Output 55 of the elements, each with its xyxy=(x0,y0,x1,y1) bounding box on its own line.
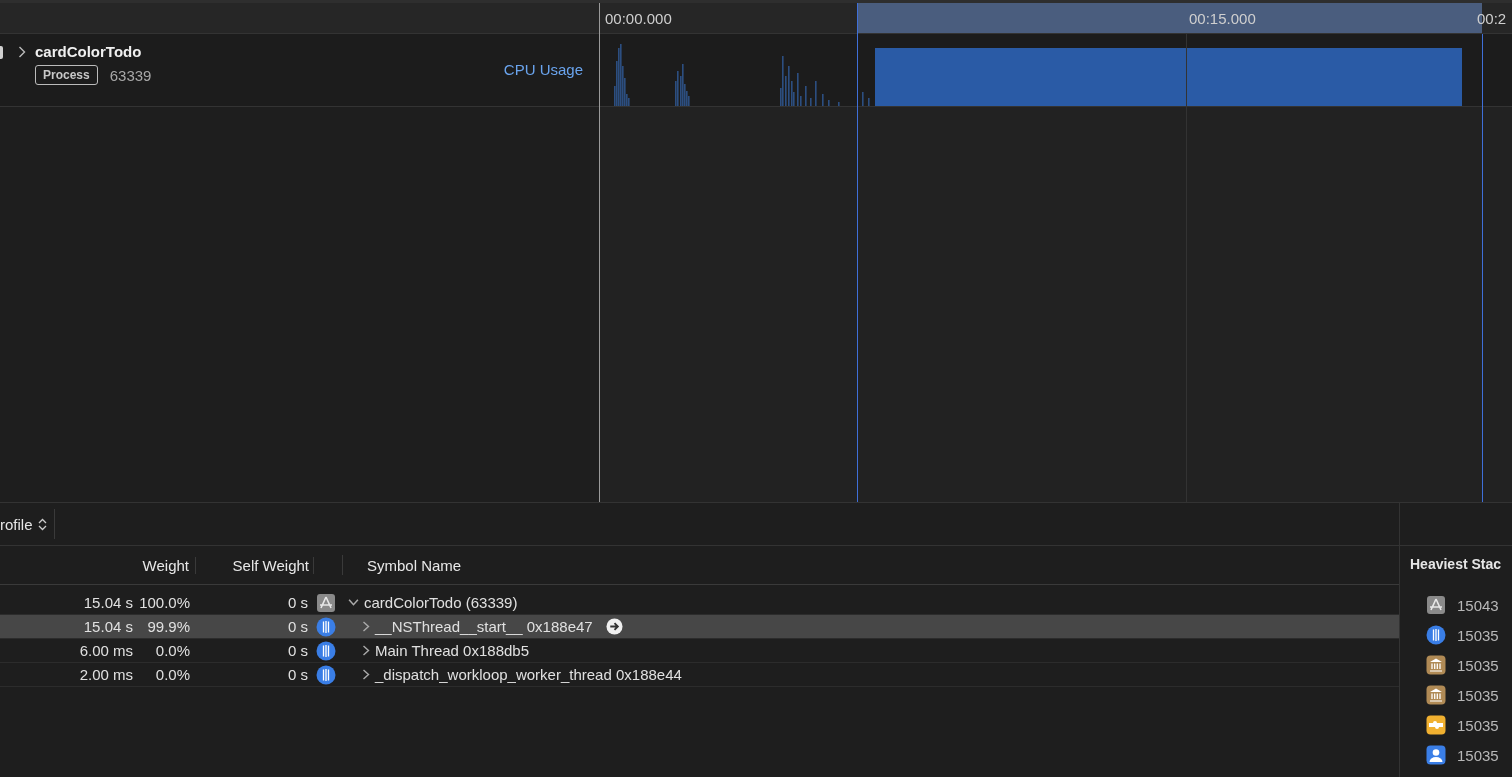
column-header[interactable]: Self Weight xyxy=(196,556,314,574)
row-thread-icon xyxy=(316,616,336,637)
self-weight-cell-text: 0 s xyxy=(287,618,308,635)
column-header[interactable]: Symbol Name xyxy=(343,556,462,574)
symbol-name-cell: __NSThread__start__ 0x188e47 xyxy=(375,618,593,635)
sample-count: 15035 xyxy=(1457,716,1499,734)
stack-puzzle-icon xyxy=(1426,715,1446,735)
sample-count: 15035 xyxy=(1457,656,1499,674)
stack-person-icon xyxy=(1426,745,1446,765)
instrument-label: CPU Usage xyxy=(503,61,583,78)
symbol-name-cell: cardColorTodo (63339) xyxy=(364,594,518,611)
process-tag: Process xyxy=(35,65,98,85)
self-weight-cell-text: 0 s xyxy=(287,594,308,611)
weight-percent-cell-text: 0.0% xyxy=(154,666,190,683)
sample-count: 15035 xyxy=(1457,626,1499,644)
weight-cell-text: 2.00 ms xyxy=(78,666,133,683)
weight-cell-text: 15.04 s xyxy=(82,618,133,635)
symbol-name-cell: _dispatch_workloop_worker_thread 0x188e44 xyxy=(375,666,682,683)
call-tree-row[interactable]: 2.00 ms 0.0% 0 s _dispatch_workloop_worker_thread 0x188e44 xyxy=(0,663,1399,687)
chevron-right-icon[interactable] xyxy=(17,46,27,58)
time-tick-label: 00:15.000 xyxy=(1189,10,1256,27)
self-weight-cell-text: 0 s xyxy=(287,642,308,659)
process-id: 63339 xyxy=(109,66,152,84)
track-marker-icon xyxy=(0,46,3,59)
stack-thread-icon xyxy=(1426,625,1446,645)
call-tree-row[interactable]: 6.00 ms 0.0% 0 s Main Thread 0x188db5 xyxy=(0,639,1399,663)
chevron-down-icon[interactable] xyxy=(348,597,359,608)
chevron-right-icon[interactable] xyxy=(362,645,370,656)
weight-percent-cell-text: 0.0% xyxy=(154,642,190,659)
symbol-name-cell: Main Thread 0x188db5 xyxy=(375,642,529,659)
weight-percent-cell-text: 99.9% xyxy=(146,618,190,635)
weight-cell-text: 6.00 ms xyxy=(78,642,133,659)
weight-cell-text: 15.04 s xyxy=(82,594,133,611)
stack-library-icon xyxy=(1426,685,1446,705)
view-menu[interactable]: rofile xyxy=(0,509,55,539)
row-thread-icon xyxy=(316,640,336,661)
row-app-icon xyxy=(316,592,336,613)
sample-count: 15035 xyxy=(1457,686,1499,704)
time-tick-label: 00:2 xyxy=(1477,10,1507,27)
stack-library-icon xyxy=(1426,655,1446,675)
stack-app-icon xyxy=(1426,595,1446,615)
sample-count: 15035 xyxy=(1457,746,1499,764)
row-thread-icon xyxy=(316,664,336,685)
up-down-chevron-icon xyxy=(37,517,47,531)
column-header[interactable]: Weight xyxy=(0,556,196,574)
chevron-right-icon[interactable] xyxy=(362,621,370,632)
weight-percent-cell-text: 100.0% xyxy=(138,594,190,611)
panel-title: Heaviest Stac xyxy=(1409,555,1503,574)
chevron-right-icon[interactable] xyxy=(362,669,370,680)
time-ruler[interactable]: 00:00.000 00:15.000 00:2 xyxy=(600,3,1512,34)
sample-count: 15043 xyxy=(1457,596,1499,614)
self-weight-cell-text: 0 s xyxy=(287,666,308,683)
time-tick-label: 00:00.000 xyxy=(605,10,672,27)
process-name: cardColorTodo xyxy=(35,43,143,60)
call-tree-row[interactable]: 15.04 s 99.9% 0 s __NSThread__start__ 0x188e47 xyxy=(0,615,1399,639)
